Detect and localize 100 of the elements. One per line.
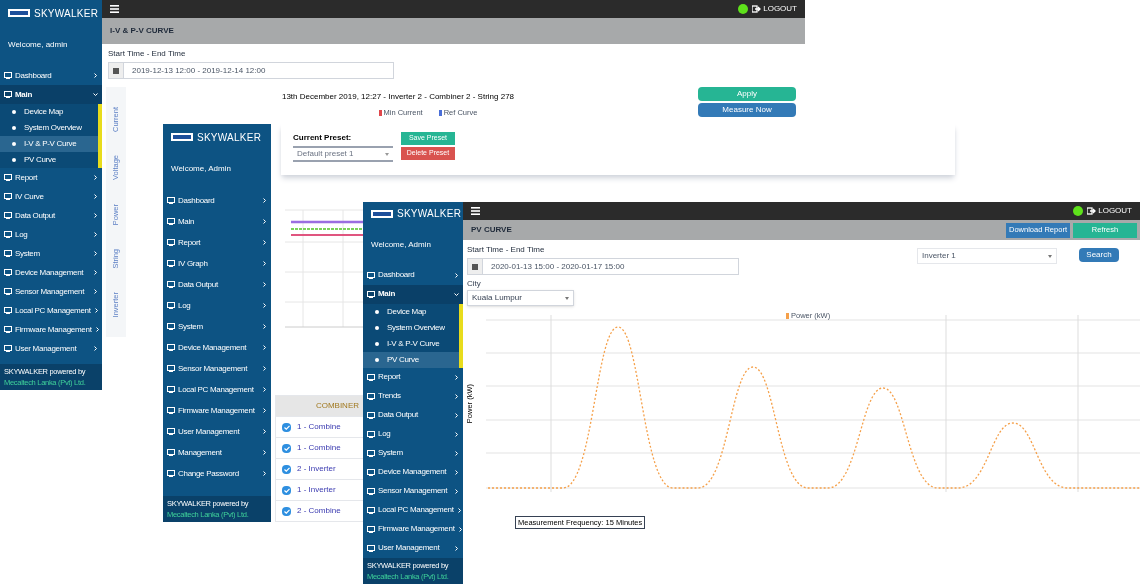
menu-item[interactable]: Data Output xyxy=(0,206,102,225)
monitor-icon xyxy=(367,525,375,533)
chevron-right-icon xyxy=(262,345,267,350)
caret-down-icon xyxy=(93,92,98,97)
chevron-right-icon xyxy=(93,232,98,237)
table-cell: 2 - Combine xyxy=(297,505,341,517)
menu-item[interactable]: Log xyxy=(163,295,271,316)
menu-item[interactable]: User Management xyxy=(163,421,271,442)
page-title: PV CURVE xyxy=(471,224,512,236)
menu-item[interactable]: Report xyxy=(163,232,271,253)
checkmark-icon xyxy=(283,466,290,472)
monitor-icon xyxy=(167,407,175,414)
field-label: Start Time - End Time xyxy=(108,48,187,60)
submenu-item[interactable]: System Overview xyxy=(0,120,98,136)
date-range-field[interactable]: 2019-12-13 12:00 - 2019-12-14 12:00 xyxy=(108,62,394,79)
menu-item[interactable]: Data Output xyxy=(163,274,271,295)
chevron-right-icon xyxy=(93,194,98,199)
submenu-item[interactable]: I-V & P-V Curve xyxy=(363,335,459,352)
caret-down-icon xyxy=(385,152,389,156)
chevron-right-icon xyxy=(454,469,459,475)
menu-item[interactable]: Device Management xyxy=(0,263,102,282)
menu-item[interactable]: Report xyxy=(0,168,102,187)
menu-item[interactable]: Sensor Management xyxy=(363,481,463,501)
menu-item[interactable]: Firmware Management xyxy=(0,320,102,339)
menu-item[interactable]: Local PC Management xyxy=(163,379,271,400)
submenu-item[interactable]: PV Curve xyxy=(0,152,98,168)
menu-item[interactable]: Device Management xyxy=(363,462,463,482)
chevron-right-icon xyxy=(454,412,459,418)
checkmark-icon xyxy=(283,487,290,493)
menu-item[interactable]: User Management xyxy=(0,339,102,358)
logout-button[interactable]: LOGOUT xyxy=(1087,205,1132,217)
legend-swatch xyxy=(786,312,789,319)
menu-item[interactable]: Log xyxy=(0,225,102,244)
monitor-icon xyxy=(367,411,375,419)
chevron-right-icon xyxy=(262,303,267,308)
monitor-icon xyxy=(167,218,175,225)
menu-item[interactable]: Main xyxy=(163,211,271,232)
menu-item[interactable]: Device Management xyxy=(163,337,271,358)
city-select[interactable]: Kuala Lumpur xyxy=(467,290,574,306)
menu-item[interactable]: Log xyxy=(363,424,463,444)
logout-button[interactable]: LOGOUT xyxy=(752,3,797,15)
menu-item[interactable]: System xyxy=(163,316,271,337)
button[interactable]: Search xyxy=(1079,248,1119,262)
menu-item[interactable]: User Management xyxy=(363,538,463,558)
submenu-item[interactable]: PV Curve xyxy=(363,351,459,368)
field-label: City xyxy=(467,278,482,290)
status-dot-icon xyxy=(738,4,749,14)
logout-icon xyxy=(1087,207,1097,215)
menu-item[interactable]: Trends xyxy=(363,386,463,406)
submenu-item[interactable]: I-V & P-V Curve xyxy=(0,136,98,152)
chevron-right-icon xyxy=(262,408,267,413)
inverter-select[interactable]: Inverter 1 xyxy=(917,248,1057,264)
chevron-right-icon xyxy=(262,198,267,203)
menu-item[interactable]: Sensor Management xyxy=(163,358,271,379)
monitor-icon xyxy=(367,544,375,552)
menu-item[interactable]: Change Password xyxy=(163,463,271,484)
submenu-item[interactable]: Device Map xyxy=(0,104,98,120)
menu-item[interactable]: Firmware Management xyxy=(163,400,271,421)
monitor-icon xyxy=(367,373,375,381)
checkbox[interactable] xyxy=(282,464,291,474)
monitor-icon xyxy=(4,269,12,276)
menu-item[interactable]: Dashboard xyxy=(0,66,102,85)
menu-item[interactable]: Report xyxy=(363,367,463,387)
brand-name: SKYWALKER xyxy=(197,130,262,145)
chevron-right-icon xyxy=(456,507,462,513)
button[interactable]: Measure Now xyxy=(698,103,796,117)
menu-item[interactable]: Data Output xyxy=(363,405,463,425)
monitor-icon xyxy=(167,302,175,309)
chevron-right-icon xyxy=(262,219,267,224)
chevron-right-icon xyxy=(262,450,267,455)
menu-item[interactable]: Management xyxy=(163,442,271,463)
menu-item[interactable]: Local PC Management xyxy=(363,500,463,520)
checkbox[interactable] xyxy=(282,443,291,453)
checkbox[interactable] xyxy=(282,485,291,495)
checkbox[interactable] xyxy=(282,422,291,432)
menu-item[interactable]: Main xyxy=(0,85,102,104)
submenu-item[interactable]: Device Map xyxy=(363,303,459,320)
menu-item[interactable]: Main xyxy=(363,284,463,304)
logo-icon xyxy=(171,133,193,141)
preset-select[interactable]: Default preset 1 xyxy=(293,146,393,162)
checkmark-icon xyxy=(283,424,290,430)
monitor-icon xyxy=(4,91,12,98)
menu-item[interactable]: System xyxy=(363,443,463,463)
chevron-right-icon xyxy=(93,251,98,256)
menu-item[interactable]: IV Graph xyxy=(163,253,271,274)
logo-icon xyxy=(8,9,30,17)
checkbox[interactable] xyxy=(282,506,291,516)
menu-item[interactable]: System xyxy=(0,244,102,263)
monitor-icon xyxy=(167,239,175,246)
chevron-right-icon xyxy=(454,488,459,494)
menu-item[interactable]: IV Curve xyxy=(0,187,102,206)
monitor-icon xyxy=(167,428,175,435)
menu-item[interactable]: Dashboard xyxy=(363,265,463,285)
menu-item[interactable]: Sensor Management xyxy=(0,282,102,301)
chevron-right-icon xyxy=(262,324,267,329)
menu-item[interactable]: Local PC Management xyxy=(0,301,102,320)
submenu-item[interactable]: System Overview xyxy=(363,319,459,336)
menu-item[interactable]: Dashboard xyxy=(163,190,271,211)
menu-item[interactable]: Firmware Management xyxy=(363,519,463,539)
date-range-field[interactable]: 2020-01-13 15:00 - 2020-01-17 15:00 xyxy=(467,258,739,275)
